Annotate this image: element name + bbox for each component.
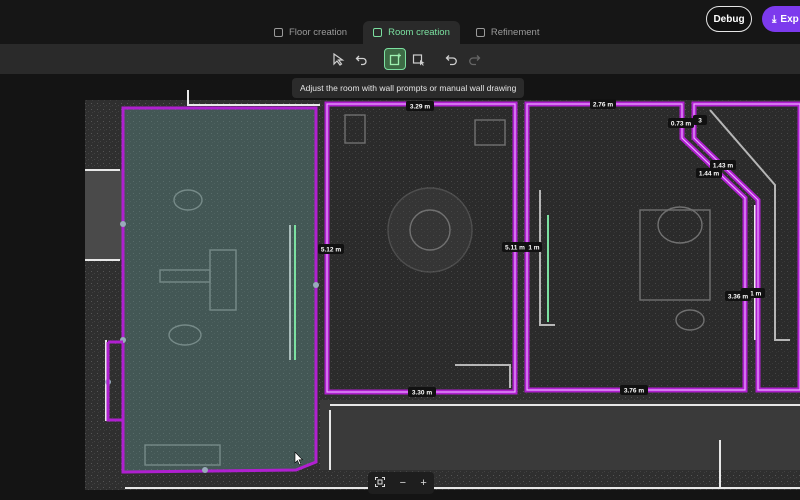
room-1-selected[interactable] <box>121 106 318 474</box>
svg-text:3: 3 <box>698 118 702 125</box>
undo-icon[interactable] <box>440 48 462 70</box>
measure-r2-top: 3.29 m <box>406 101 434 111</box>
tab-label: Room creation <box>388 27 450 38</box>
measure-r3-diag-b: 3 <box>693 115 707 125</box>
wall-prompt-icon[interactable] <box>407 48 429 70</box>
scan-area <box>85 170 123 260</box>
room-icon <box>373 28 383 37</box>
measure-r3-top: 2.76 m <box>590 99 616 109</box>
zoom-controls: − + <box>368 472 434 494</box>
svg-text:2.76 m: 2.76 m <box>593 102 613 109</box>
measure-r2-bottom: 3.30 m <box>408 387 436 397</box>
svg-text:3.29 m: 3.29 m <box>410 104 430 111</box>
measure-r3-left-b: 1 m <box>526 242 542 252</box>
top-bar: Floor creation Room creation Refinement … <box>0 0 800 44</box>
floor-icon <box>274 28 283 37</box>
select-pointer-icon[interactable] <box>327 48 349 70</box>
measure-r2-right: 5.11 m <box>502 242 528 252</box>
refinement-icon <box>475 28 485 37</box>
measure-r2-left: 5.12 m <box>318 244 344 254</box>
export-label: Exp <box>780 13 799 25</box>
floor-plan-svg: 3.29 m 5.12 m 5.11 m 1 m 3.30 m 2.76 m 3… <box>85 90 800 490</box>
tool-bar <box>0 44 800 74</box>
zoom-out-button[interactable]: − <box>400 477 406 489</box>
mode-tabs: Floor creation Room creation Refinement <box>264 21 549 44</box>
svg-text:0.73 m: 0.73 m <box>671 121 691 128</box>
redo-icon[interactable] <box>463 48 485 70</box>
tool-tooltip: Adjust the room with wall prompts or man… <box>292 78 525 98</box>
tab-label: Floor creation <box>289 27 348 38</box>
zoom-in-button[interactable]: + <box>420 477 426 489</box>
svg-text:1.44 m: 1.44 m <box>699 171 719 178</box>
tab-floor-creation[interactable]: Floor creation <box>264 21 357 44</box>
measure-r3-diag3: 1.44 m <box>696 168 722 178</box>
download-icon: ⤓ <box>772 13 777 25</box>
measure-r3-diag1: 0.73 m <box>668 118 694 128</box>
scan-corridor <box>320 400 800 470</box>
tab-room-creation[interactable]: Room creation <box>363 21 460 44</box>
room-2[interactable] <box>324 101 518 395</box>
fit-view-icon[interactable] <box>375 476 386 490</box>
svg-text:1 m: 1 m <box>528 245 539 252</box>
debug-button[interactable]: Debug <box>706 6 752 32</box>
svg-text:5.12 m: 5.12 m <box>321 247 341 254</box>
undo-wall-icon[interactable] <box>350 48 372 70</box>
svg-text:3.76 m: 3.76 m <box>624 388 644 395</box>
export-button[interactable]: ⤓ Exp <box>762 6 800 32</box>
measure-r3-bottom: 3.76 m <box>620 385 648 395</box>
tab-refinement[interactable]: Refinement <box>466 21 550 44</box>
tab-label: Refinement <box>490 27 540 38</box>
svg-text:3.30 m: 3.30 m <box>412 390 432 397</box>
add-room-icon[interactable] <box>384 48 406 70</box>
svg-text:3.36 m: 3.36 m <box>728 294 748 301</box>
svg-text:5.11 m: 5.11 m <box>505 245 525 252</box>
measure-r3-right: 3.36 m <box>725 291 751 301</box>
floor-plan-canvas[interactable]: 3.29 m 5.12 m 5.11 m 1 m 3.30 m 2.76 m 3… <box>0 74 800 500</box>
